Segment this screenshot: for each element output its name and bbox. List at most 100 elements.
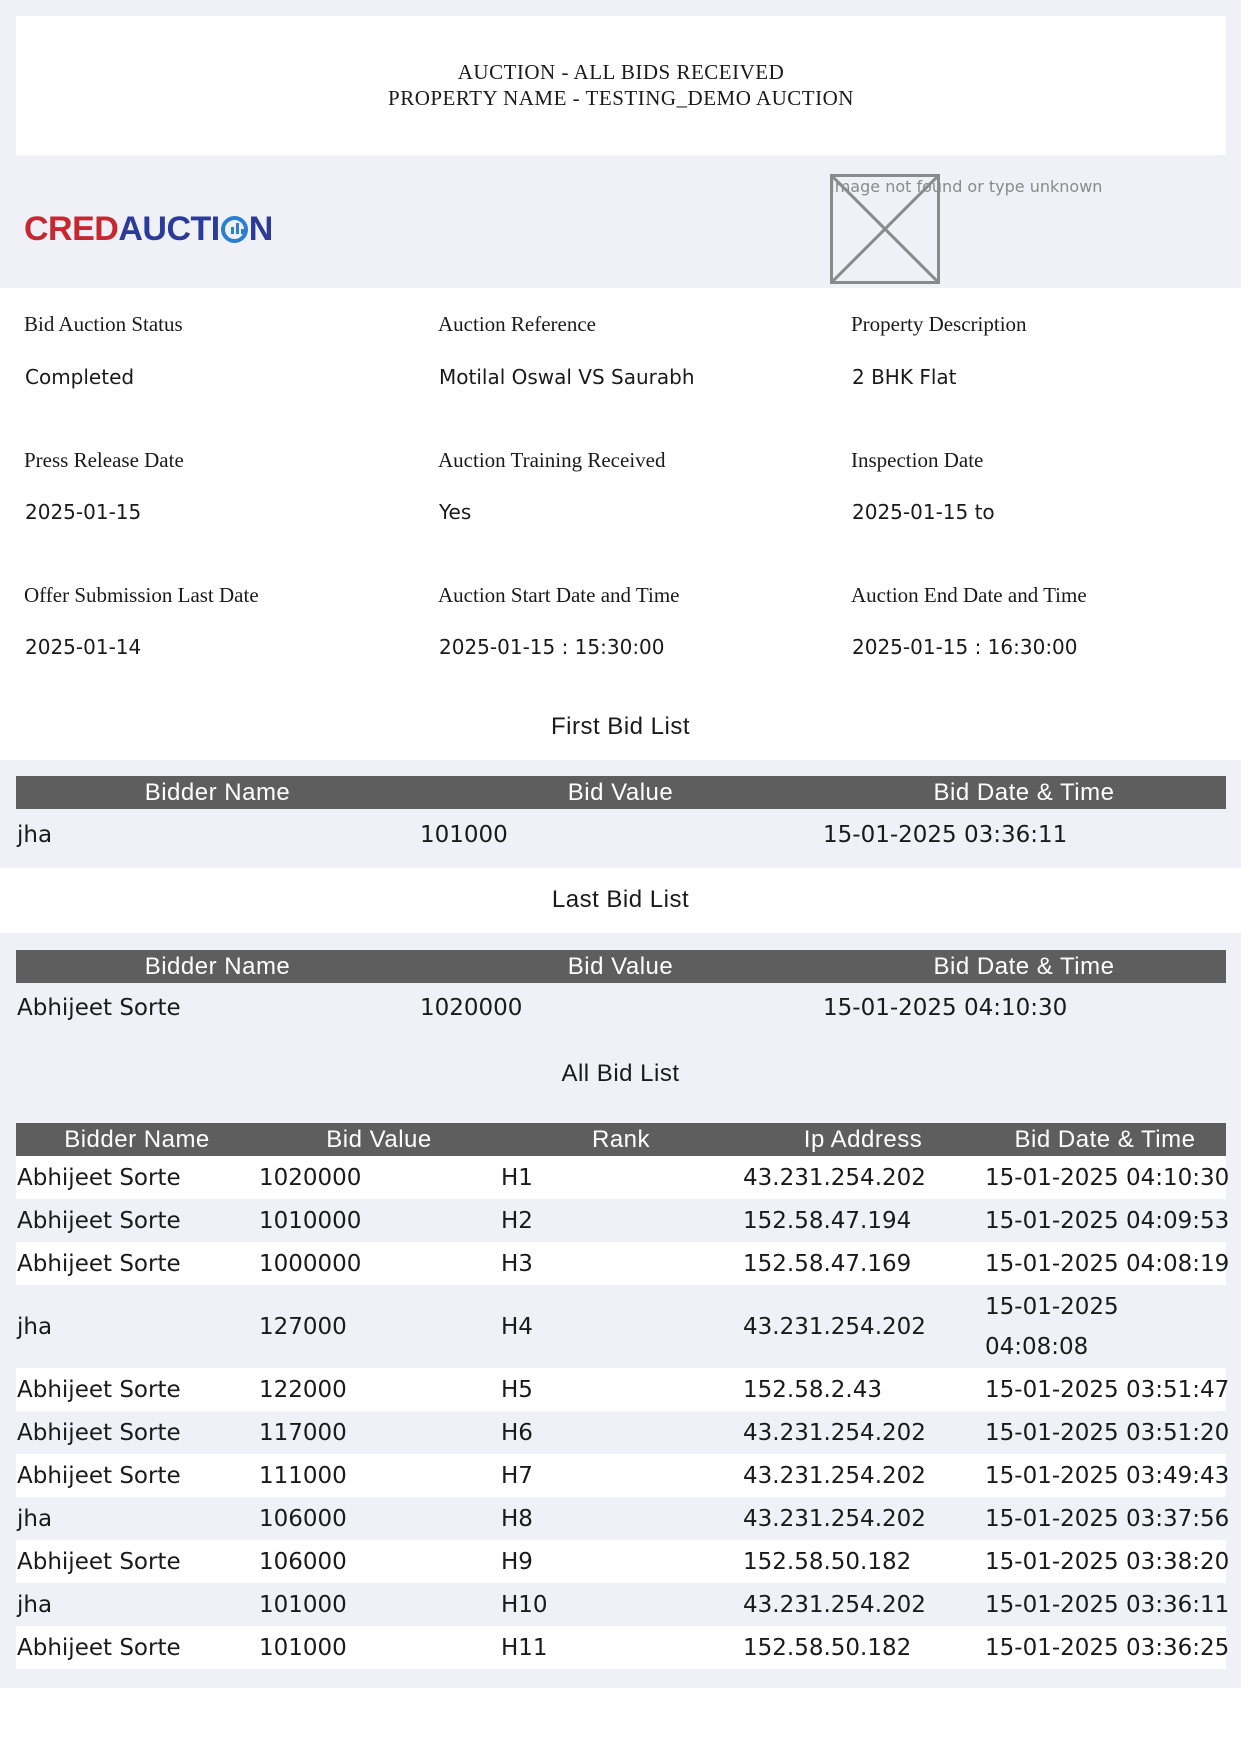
table-header-row: Bidder Name Bid Value Rank Ip Address Bi… [16,1123,1226,1156]
column-header: Bidder Name [16,776,419,809]
table-row: Abhijeet Sorte 122000 H5 152.58.2.43 15-… [16,1368,1229,1411]
broken-image-text: Image not found or type unknown [830,177,1103,196]
all-bid-table: Bidder Name Bid Value Rank Ip Address Bi… [16,1123,1229,1669]
column-header: Bidder Name [16,950,419,983]
ip-address-cell: 152.58.50.182 [742,1626,984,1669]
rank-cell: H1 [500,1156,742,1199]
bidder-name-cell: Abhijeet Sorte [16,1411,258,1454]
first-bid-table: Bidder Name Bid Value Bid Date & Time jh… [16,776,1226,861]
bid-datetime-cell: 15-01-2025 04:10:30 [984,1156,1229,1199]
bid-datetime-cell: 15-01-2025 03:36:11 [984,1583,1229,1626]
bidder-name-cell: jha [16,1285,258,1368]
rank-cell: H3 [500,1242,742,1285]
field-label-press-release-date: Press Release Date [24,448,184,472]
field-label-property-description: Property Description [851,312,1027,336]
table-row: jha 101000 H10 43.231.254.202 15-01-2025… [16,1583,1229,1626]
bid-datetime-cell: 15-01-2025 03:36:11 [823,822,1068,848]
field-label-bid-auction-status: Bid Auction Status [24,312,183,336]
column-header: Bid Value [258,1123,500,1156]
table-row: jha 101000 15-01-2025 03:36:11 [16,809,1226,861]
rank-cell: H7 [500,1454,742,1497]
bidder-name-cell: Abhijeet Sorte [16,1540,258,1583]
column-header: Bid Date & Time [984,1123,1226,1156]
bid-value-cell: 122000 [258,1368,500,1411]
column-header: Bid Value [419,950,822,983]
bidder-name-cell: Abhijeet Sorte [16,1368,258,1411]
field-value-auction-reference: Motilal Oswal VS Saurabh [439,365,695,389]
rank-cell: H5 [500,1368,742,1411]
field-label-auction-reference: Auction Reference [438,312,597,336]
field-value-offer-submission-last-date: 2025-01-14 [25,635,142,659]
bid-value-cell: 111000 [258,1454,500,1497]
ip-address-cell: 43.231.254.202 [742,1583,984,1626]
field-label-auction-end: Auction End Date and Time [851,583,1087,607]
report-title: AUCTION - ALL BIDS RECEIVED [457,60,785,84]
report-title-card: AUCTION - ALL BIDS RECEIVED PROPERTY NAM… [16,16,1226,155]
bid-value-cell: 101000 [258,1583,500,1626]
field-value-auction-training-received: Yes [439,500,472,524]
bid-datetime-cell: 15-01-2025 04:08:19 [984,1242,1229,1285]
bidder-name-cell: jha [17,822,53,848]
bid-datetime-cell: 15-01-2025 03:51:20 [984,1411,1229,1454]
field-value-inspection-date: 2025-01-15 to [852,500,995,524]
all-bid-list-title: All Bid List [561,1060,680,1087]
bid-datetime-cell: 15-01-2025 03:36:25 [984,1626,1229,1669]
bidder-name-cell: Abhijeet Sorte [17,995,181,1021]
column-header: Bid Date & Time [822,950,1226,983]
table-row: Abhijeet Sorte 106000 H9 152.58.50.182 1… [16,1540,1229,1583]
field-label-auction-start: Auction Start Date and Time [438,583,680,607]
bid-value-cell: 127000 [258,1285,500,1368]
bid-datetime-cell: 15-01-2025 04:08:08 [984,1285,1226,1368]
column-header: Bidder Name [16,1123,258,1156]
table-row: jha 127000 H4 43.231.254.202 15-01-2025 … [16,1285,1226,1368]
bid-value-cell: 1020000 [258,1156,500,1199]
ip-address-cell: 152.58.2.43 [742,1368,984,1411]
bid-value-cell: 1010000 [258,1199,500,1242]
bid-value-cell: 106000 [258,1540,500,1583]
ip-address-cell: 152.58.50.182 [742,1540,984,1583]
field-value-property-description: 2 BHK Flat [852,365,957,389]
column-header: Rank [500,1123,742,1156]
ip-address-cell: 43.231.254.202 [742,1411,984,1454]
property-name-title: PROPERTY NAME - TESTING_DEMO AUCTION [388,86,854,110]
bid-datetime-cell: 15-01-2025 04:09:53 [984,1199,1229,1242]
field-label-auction-training-received: Auction Training Received [438,448,666,472]
table-row: Abhijeet Sorte 1000000 H3 152.58.47.169 … [16,1242,1229,1285]
table-row: Abhijeet Sorte 1010000 H2 152.58.47.194 … [16,1199,1229,1242]
rank-cell: H6 [500,1411,742,1454]
bid-value-cell: 101000 [420,822,508,848]
table-row: jha 106000 H8 43.231.254.202 15-01-2025 … [16,1497,1229,1540]
field-value-bid-auction-status: Completed [25,365,135,389]
table-row: Abhijeet Sorte 1020000 15-01-2025 04:10:… [16,983,1226,1033]
bid-datetime-cell: 15-01-2025 03:38:20 [984,1540,1229,1583]
field-value-auction-end: 2025-01-15 : 16:30:00 [852,635,1078,659]
credauction-logo: CREDAUCTI N [24,210,273,248]
last-bid-list-title: Last Bid List [551,886,690,913]
bid-datetime-cell: 15-01-2025 03:51:47 [984,1368,1229,1411]
rank-cell: H9 [500,1540,742,1583]
ip-address-cell: 43.231.254.202 [742,1156,984,1199]
field-label-offer-submission-last-date: Offer Submission Last Date [24,583,259,607]
table-row: Abhijeet Sorte 1020000 H1 43.231.254.202… [16,1156,1229,1199]
rank-cell: H8 [500,1497,742,1540]
rank-cell: H4 [500,1285,742,1368]
rank-cell: H11 [500,1626,742,1669]
bidder-name-cell: Abhijeet Sorte [16,1454,258,1497]
bidder-name-cell: jha [16,1497,258,1540]
field-label-inspection-date: Inspection Date [851,448,984,472]
bidder-name-cell: Abhijeet Sorte [16,1199,258,1242]
bid-datetime-cell: 15-01-2025 03:49:43 [984,1454,1229,1497]
column-header: Bid Value [419,776,822,809]
ip-address-cell: 43.231.254.202 [742,1285,984,1368]
rank-cell: H10 [500,1583,742,1626]
table-row: Abhijeet Sorte 111000 H7 43.231.254.202 … [16,1454,1229,1497]
field-value-press-release-date: 2025-01-15 [25,500,142,524]
bidder-name-cell: Abhijeet Sorte [16,1156,258,1199]
field-value-auction-start: 2025-01-15 : 15:30:00 [439,635,665,659]
ip-address-cell: 43.231.254.202 [742,1497,984,1540]
first-bid-list-title: First Bid List [550,713,691,740]
bid-value-cell: 117000 [258,1411,500,1454]
bidder-name-cell: Abhijeet Sorte [16,1626,258,1669]
logo-o-icon [220,216,248,243]
bid-value-cell: 101000 [258,1626,500,1669]
